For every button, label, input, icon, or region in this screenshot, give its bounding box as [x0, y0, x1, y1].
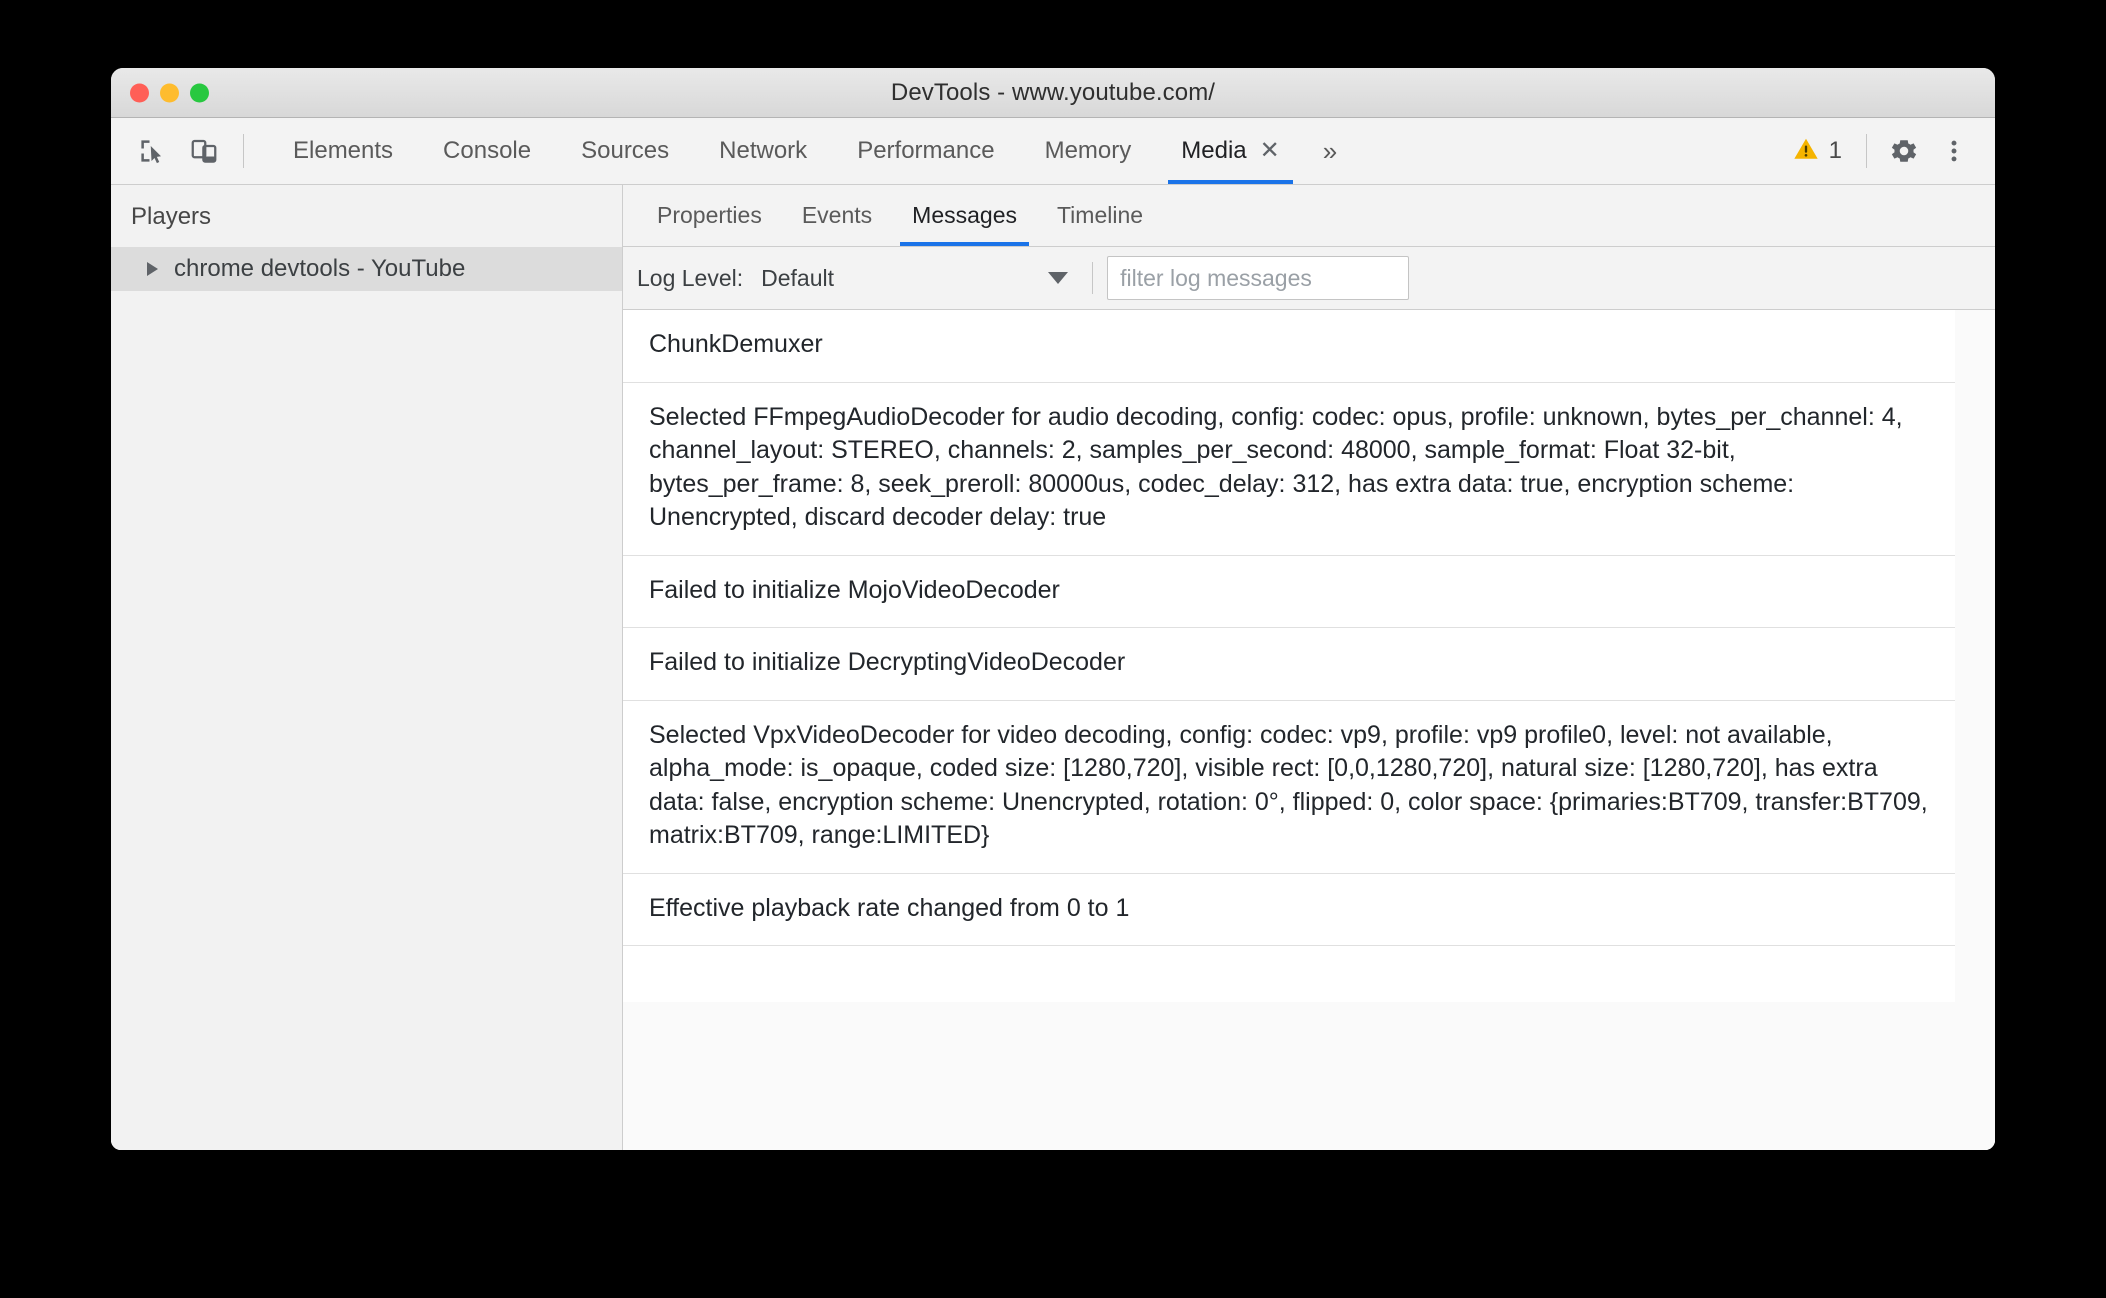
inspect-element-icon[interactable]: [129, 128, 175, 174]
message-row[interactable]: Selected VpxVideoDecoder for video decod…: [623, 701, 1955, 874]
tab-console-label: Console: [443, 137, 532, 164]
toolbar-icon-group: [129, 118, 268, 184]
tabbar-right-divider: [1866, 134, 1867, 168]
log-level-value: Default: [761, 264, 835, 291]
players-sidebar: Players chrome devtools - YouTube: [111, 185, 623, 1150]
warning-count: 1: [1828, 137, 1842, 164]
tab-elements[interactable]: Elements: [268, 118, 418, 184]
minimize-window-button[interactable]: [160, 83, 179, 102]
tab-elements-label: Elements: [293, 137, 394, 164]
toolbar-divider: [243, 134, 244, 168]
sidebar-item-label: chrome devtools - YouTube: [174, 255, 466, 282]
sidebar-item-player[interactable]: chrome devtools - YouTube: [111, 247, 622, 291]
log-level-select[interactable]: Default: [761, 265, 1076, 292]
devtools-body: Players chrome devtools - YouTube Proper…: [111, 185, 1995, 1150]
warning-triangle-icon: [1792, 135, 1820, 168]
tab-media[interactable]: Media ✕: [1156, 118, 1304, 184]
tab-messages[interactable]: Messages: [892, 185, 1037, 246]
message-list: ChunkDemuxer Selected FFmpegAudioDecoder…: [623, 310, 1955, 946]
device-toolbar-icon[interactable]: [181, 128, 227, 174]
messages-toolbar: Log Level: Default filter log messages: [623, 247, 1995, 310]
tab-performance-label: Performance: [857, 137, 995, 164]
tab-network-label: Network: [719, 137, 808, 164]
toolbar-divider-2: [1092, 262, 1094, 294]
tab-console[interactable]: Console: [418, 118, 556, 184]
tab-timeline-label: Timeline: [1056, 202, 1144, 228]
tab-timeline[interactable]: Timeline: [1037, 185, 1163, 246]
tab-performance[interactable]: Performance: [832, 118, 1019, 184]
tab-events-label: Events: [801, 202, 873, 228]
devtools-tabbar: Elements Console Sources Network Perform…: [111, 118, 1995, 185]
tab-memory-label: Memory: [1044, 137, 1132, 164]
message-row[interactable]: Selected FFmpegAudioDecoder for audio de…: [623, 383, 1955, 556]
tab-network[interactable]: Network: [694, 118, 832, 184]
tab-media-label: Media: [1181, 137, 1247, 164]
window-titlebar: DevTools - www.youtube.com/: [111, 68, 1995, 118]
message-row[interactable]: Effective playback rate changed from 0 t…: [623, 874, 1955, 946]
more-tabs-chevron-icon[interactable]: »: [1305, 118, 1355, 184]
tab-memory[interactable]: Memory: [1020, 118, 1157, 184]
message-list-empty-area: [623, 946, 1955, 1002]
filter-log-input[interactable]: filter log messages: [1107, 256, 1410, 300]
tabbar-right-controls: 1: [1782, 118, 1995, 184]
tab-sources[interactable]: Sources: [556, 118, 694, 184]
maximize-window-button[interactable]: [190, 83, 209, 102]
chevron-down-icon: [1048, 272, 1069, 284]
tab-sources-label: Sources: [581, 137, 670, 164]
traffic-lights: [130, 83, 209, 102]
players-title: Players: [131, 203, 212, 230]
warning-badge[interactable]: 1: [1782, 135, 1852, 168]
message-row[interactable]: ChunkDemuxer: [623, 310, 1955, 383]
close-window-button[interactable]: [130, 83, 149, 102]
message-row[interactable]: Failed to initialize DecryptingVideoDeco…: [623, 628, 1955, 701]
message-list-container[interactable]: ChunkDemuxer Selected FFmpegAudioDecoder…: [623, 310, 1995, 1150]
tab-properties[interactable]: Properties: [637, 185, 782, 246]
devtools-window: DevTools - www.youtube.com/ Elements Con…: [111, 68, 1995, 1150]
media-subtabs: Properties Events Messages Timeline: [623, 185, 1995, 247]
close-icon[interactable]: ✕: [1260, 139, 1280, 163]
log-level-label: Log Level:: [637, 264, 744, 291]
window-title: DevTools - www.youtube.com/: [890, 78, 1216, 106]
filter-placeholder: filter log messages: [1120, 264, 1312, 291]
panel-tabs: Elements Console Sources Network Perform…: [268, 118, 1782, 184]
tab-messages-label: Messages: [912, 202, 1017, 228]
more-vertical-icon[interactable]: [1931, 128, 1977, 174]
media-panel: Properties Events Messages Timeline Log …: [623, 185, 1995, 1150]
tab-properties-label: Properties: [657, 202, 762, 228]
gear-icon[interactable]: [1881, 128, 1927, 174]
tab-events[interactable]: Events: [782, 185, 892, 246]
chevron-right-icon[interactable]: [147, 262, 158, 276]
message-row[interactable]: Failed to initialize MojoVideoDecoder: [623, 556, 1955, 628]
